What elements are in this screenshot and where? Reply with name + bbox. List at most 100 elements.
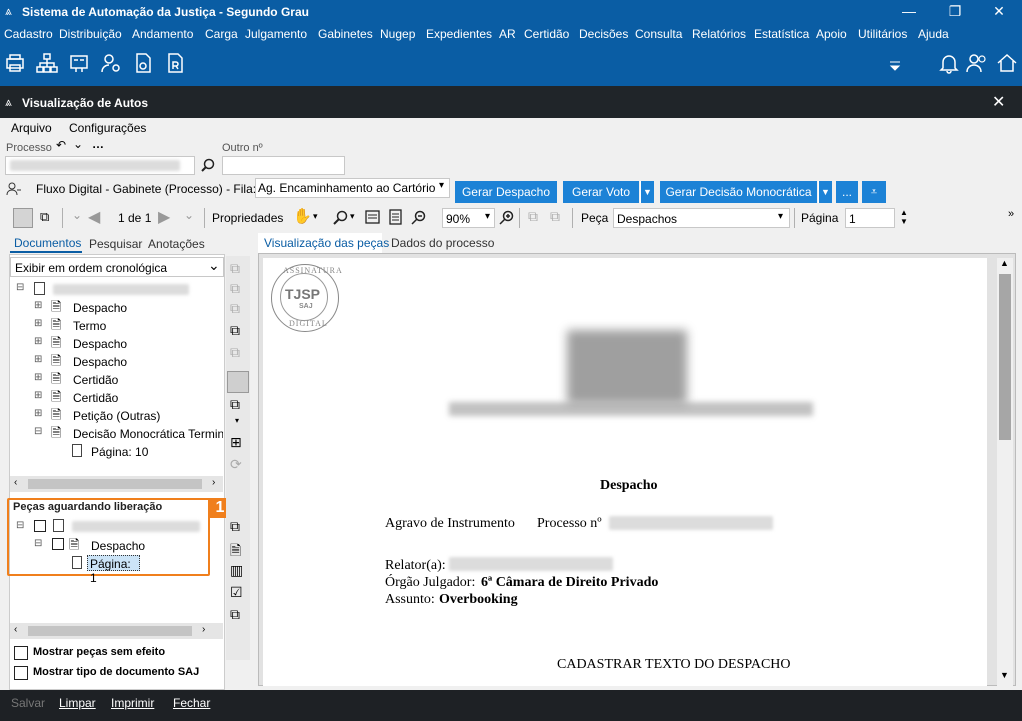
voto-dropdown-icon[interactable]: ▼ bbox=[640, 181, 654, 203]
menu-consulta[interactable]: Consulta bbox=[635, 27, 682, 41]
expand-icon[interactable]: ⊞ bbox=[34, 390, 42, 401]
zoom-in-icon[interactable] bbox=[499, 210, 514, 225]
refresh-icon[interactable]: ⟳ bbox=[230, 456, 242, 473]
pending-item-despacho[interactable]: Despacho bbox=[91, 539, 145, 553]
close-window-icon[interactable]: ✕ bbox=[992, 92, 1005, 112]
expand-icon[interactable]: ⊞ bbox=[34, 408, 42, 419]
scroll-left-icon[interactable]: ‹ bbox=[14, 477, 17, 488]
trash-icon[interactable]: ▥ bbox=[230, 562, 243, 579]
tree-item-certidao[interactable]: Certidão bbox=[73, 373, 118, 387]
menu-apoio[interactable]: Apoio bbox=[816, 27, 847, 41]
annotation-icon[interactable] bbox=[227, 371, 249, 393]
pending-item-checkbox[interactable] bbox=[52, 538, 64, 550]
page-number-input[interactable]: 1 bbox=[845, 208, 895, 228]
order-select[interactable]: Exibir em ordem cronológica ⌄ bbox=[10, 257, 224, 277]
decisao-dropdown-icon[interactable]: ▼ bbox=[818, 181, 832, 203]
page-stepper-icon[interactable]: ▲ ▼ bbox=[900, 208, 908, 226]
first-page-icon[interactable]: ⌄ bbox=[72, 208, 82, 222]
printer-icon[interactable] bbox=[4, 52, 26, 74]
scroll-up-icon[interactable]: ▲ bbox=[1000, 258, 1009, 268]
zoom-select[interactable]: 90% ▾ bbox=[442, 208, 495, 228]
document-search-icon[interactable] bbox=[132, 52, 154, 74]
tab-documentos[interactable]: Documentos bbox=[14, 236, 81, 250]
hand-tool-icon[interactable]: ✋ bbox=[293, 207, 312, 225]
horizontal-scrollbar[interactable]: ‹ › bbox=[10, 476, 223, 492]
menu-estatistica[interactable]: Estatística bbox=[754, 27, 809, 41]
scroll-right-icon[interactable]: › bbox=[212, 477, 215, 488]
menu-arquivo[interactable]: Arquivo bbox=[11, 121, 52, 135]
generate-despacho-button[interactable]: Gerar Despacho bbox=[455, 181, 557, 203]
notification-bell-icon[interactable] bbox=[938, 52, 960, 74]
tree-item-despacho[interactable]: Despacho bbox=[73, 337, 127, 351]
previous-page-icon[interactable]: ◀ bbox=[88, 207, 100, 227]
other-number-input[interactable] bbox=[222, 156, 345, 175]
user-settings-icon[interactable] bbox=[100, 52, 122, 74]
chevron-down-icon[interactable]: ▾ bbox=[350, 211, 355, 222]
horizontal-scrollbar[interactable]: ‹ › bbox=[10, 623, 223, 639]
users-icon[interactable] bbox=[966, 52, 988, 74]
tree-item-despacho[interactable]: Despacho bbox=[73, 301, 127, 315]
pending-page-item[interactable]: Página: 1 bbox=[87, 555, 140, 585]
menu-nugep[interactable]: Nugep bbox=[380, 27, 415, 41]
menu-utilitarios[interactable]: Utilitários bbox=[858, 27, 907, 41]
remove-document-icon[interactable]: ⧉ bbox=[230, 322, 240, 339]
scroll-down-icon[interactable]: ▼ bbox=[1000, 670, 1009, 680]
menu-expedientes[interactable]: Expedientes bbox=[426, 27, 492, 41]
chevron-down-icon[interactable]: ▾ bbox=[313, 211, 318, 222]
queue-select[interactable]: Ag. Encaminhamento ao Cartório ▾ bbox=[255, 178, 450, 198]
tree-item-despacho[interactable]: Despacho bbox=[73, 355, 127, 369]
collapse-icon[interactable]: ⊟ bbox=[16, 282, 24, 293]
overflow-icon[interactable]: » bbox=[1008, 208, 1014, 220]
pending-root-checkbox[interactable] bbox=[34, 520, 46, 532]
scroll-right-icon[interactable]: › bbox=[202, 624, 205, 635]
close-button[interactable]: Fechar bbox=[173, 696, 210, 710]
scroll-left-icon[interactable]: ‹ bbox=[14, 624, 17, 635]
fit-page-icon[interactable] bbox=[389, 209, 402, 225]
save-button[interactable]: Salvar bbox=[11, 696, 45, 710]
zoom-tool-icon[interactable] bbox=[333, 210, 348, 225]
menu-ajuda[interactable]: Ajuda bbox=[918, 27, 949, 41]
office-icon[interactable] bbox=[68, 52, 90, 74]
search-icon[interactable] bbox=[201, 158, 216, 173]
filter-icon[interactable]: ⩡ bbox=[862, 181, 886, 203]
disabled-tool-icon[interactable]: ⧉ bbox=[550, 208, 560, 225]
home-icon[interactable] bbox=[996, 52, 1018, 74]
vertical-scrollbar[interactable]: ▲ ▼ bbox=[997, 258, 1013, 686]
maximize-button[interactable]: ❐ bbox=[932, 0, 978, 24]
peca-select[interactable]: Despachos ▾ bbox=[613, 208, 790, 228]
menu-decisoes[interactable]: Decisões bbox=[579, 27, 628, 41]
tree-item-termo[interactable]: Termo bbox=[73, 319, 106, 333]
side-tool-icon[interactable]: ⧉ bbox=[230, 260, 240, 277]
menu-carga[interactable]: Carga bbox=[205, 27, 238, 41]
certificate-icon[interactable]: 🗎 bbox=[230, 540, 241, 564]
show-no-effect-checkbox[interactable] bbox=[14, 646, 28, 660]
side-tool-icon[interactable]: ⧉ bbox=[230, 280, 240, 297]
menu-distribuicao[interactable]: Distribuição bbox=[59, 27, 122, 41]
split-document-icon[interactable]: ⧉ bbox=[230, 396, 240, 413]
scrollbar-thumb[interactable] bbox=[28, 479, 202, 489]
show-no-effect-label[interactable]: Mostrar peças sem efeito bbox=[33, 646, 165, 658]
dropdown-menu-icon[interactable] bbox=[884, 54, 906, 76]
menu-relatorios[interactable]: Relatórios bbox=[692, 27, 746, 41]
menu-andamento[interactable]: Andamento bbox=[132, 27, 193, 41]
show-doc-type-label[interactable]: Mostrar tipo de documento SAJ bbox=[33, 666, 199, 678]
note-tool-icon[interactable] bbox=[13, 208, 33, 228]
copy-tool-icon[interactable]: ⧉ bbox=[40, 209, 49, 225]
generate-decisao-button[interactable]: Gerar Decisão Monocrática bbox=[660, 181, 817, 203]
collapse-icon[interactable]: ⊟ bbox=[34, 538, 42, 549]
tree-item-page[interactable]: Página: 10 bbox=[91, 445, 148, 459]
minimize-button[interactable]: — bbox=[886, 0, 932, 24]
print-button[interactable]: Imprimir bbox=[111, 696, 154, 710]
add-page-icon[interactable]: ⊞ bbox=[230, 434, 242, 451]
copy-icon[interactable]: ⧉ bbox=[230, 606, 240, 623]
menu-julgamento[interactable]: Julgamento bbox=[245, 27, 307, 41]
properties-button[interactable]: Propriedades bbox=[212, 211, 283, 225]
next-page-icon[interactable]: ▶ bbox=[158, 207, 170, 227]
collapse-icon[interactable]: ⊟ bbox=[34, 426, 42, 437]
generate-voto-button[interactable]: Gerar Voto bbox=[563, 181, 639, 203]
hierarchy-icon[interactable] bbox=[36, 52, 58, 74]
expand-icon[interactable]: ⊞ bbox=[34, 336, 42, 347]
checklist-icon[interactable]: ☑ bbox=[230, 584, 243, 601]
tab-anotacoes[interactable]: Anotações bbox=[148, 237, 205, 251]
side-tool-icon[interactable]: ⧉ bbox=[230, 300, 240, 317]
